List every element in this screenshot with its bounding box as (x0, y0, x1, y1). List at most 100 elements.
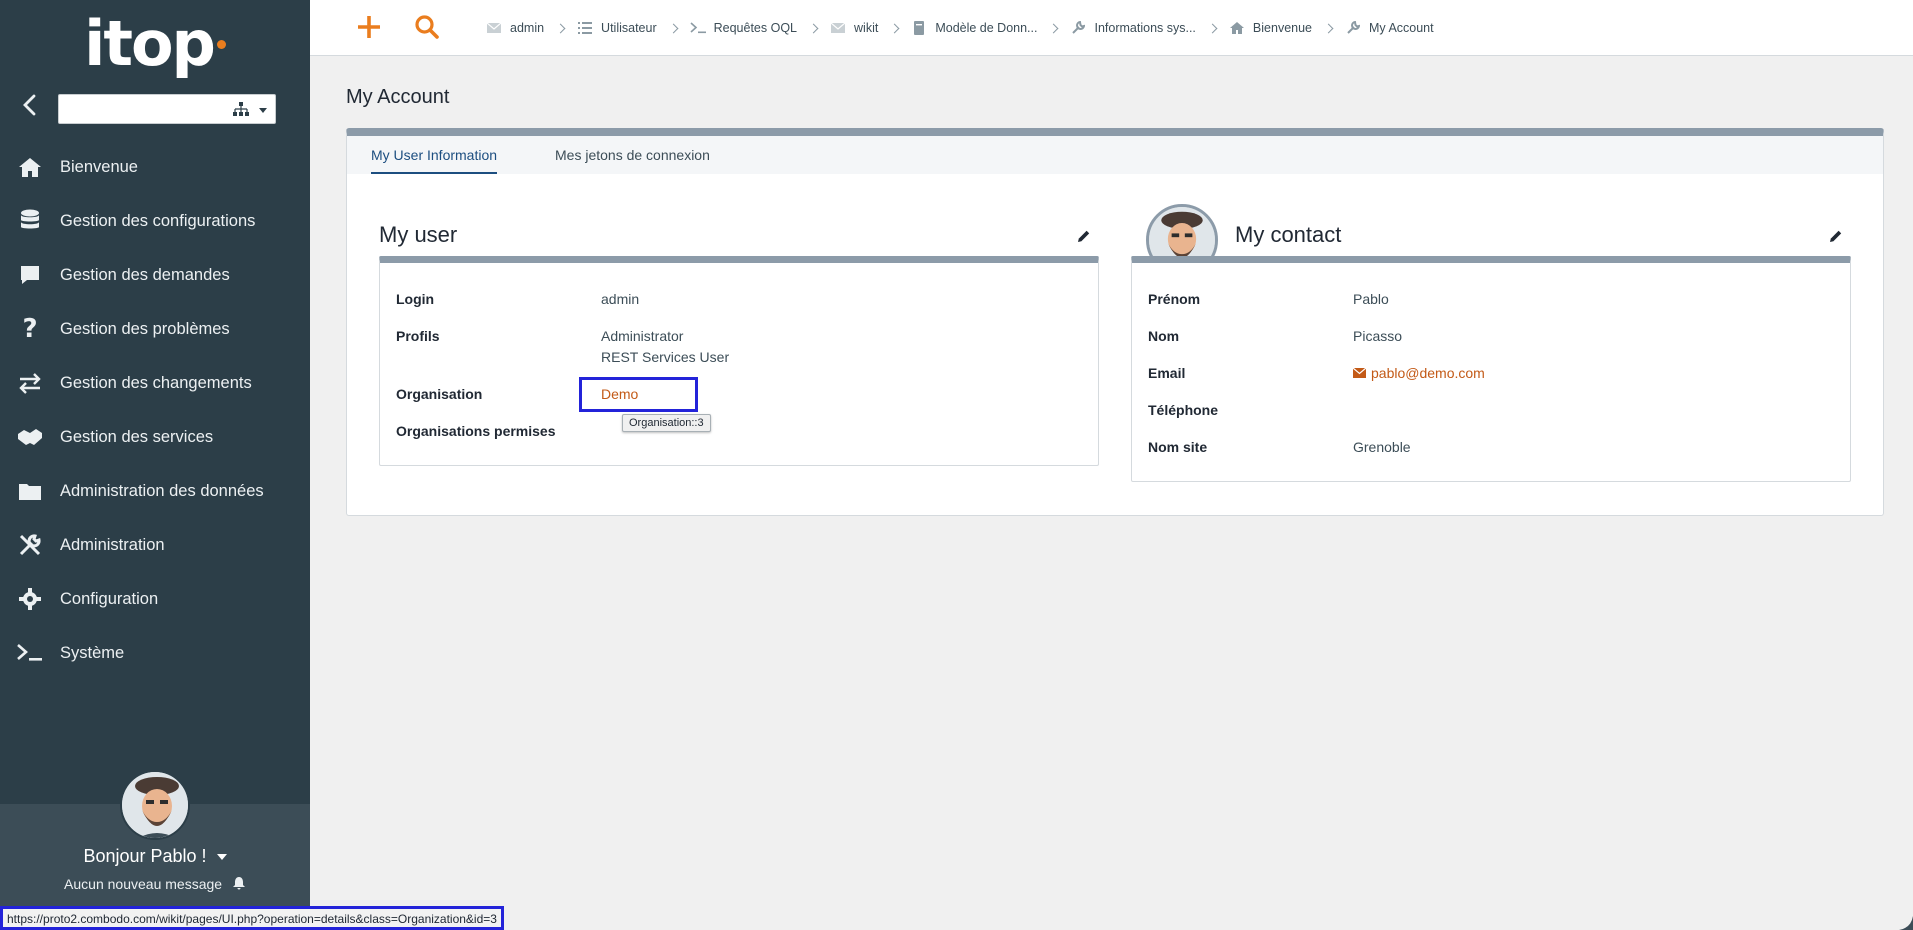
email-value: pablo@demo.com (1371, 365, 1485, 381)
global-search-button[interactable] (414, 14, 440, 40)
edit-my-user-button[interactable] (1076, 228, 1092, 244)
chevron-down-icon (216, 854, 227, 861)
itop-logo[interactable]: itop (0, 8, 310, 80)
sidebar-item-label: Gestion des configurations (60, 211, 256, 230)
envelope-icon (830, 21, 846, 35)
sidebar-item-services[interactable]: Gestion des services (0, 410, 310, 464)
firstname-value: Pablo (1353, 291, 1389, 307)
logo-dot (216, 39, 226, 49)
sidebar-item-changements[interactable]: Gestion des changements (0, 356, 310, 410)
envelope-icon (486, 21, 502, 35)
plus-icon (358, 16, 380, 38)
wrench-icon (1070, 21, 1086, 35)
user-avatar[interactable] (120, 770, 190, 840)
chevron-right-icon (1207, 23, 1218, 33)
breadcrumb-item-bienvenue[interactable]: Bienvenue (1229, 21, 1312, 35)
breadcrumb-item-admin[interactable]: admin (486, 21, 544, 35)
phone-label: Téléphone (1148, 402, 1219, 418)
tab-bar: My User Information Mes jetons de connex… (347, 136, 1883, 174)
my-contact-card (1131, 256, 1851, 482)
sidebar-item-label: Administration des données (60, 481, 264, 500)
organization-select[interactable] (58, 94, 276, 124)
organisation-highlight (579, 377, 698, 412)
handshake-icon (16, 423, 44, 451)
new-object-button[interactable] (356, 14, 382, 40)
my-user-heading: My user (379, 222, 458, 247)
envelope-icon (1352, 367, 1367, 378)
breadcrumb-item-wikit[interactable]: wikit (830, 21, 878, 35)
sidebar-item-label: Administration (60, 535, 165, 554)
collapse-sidebar-button[interactable] (18, 92, 42, 118)
sidebar-menu: Bienvenue Gestion des configurations Ges… (0, 140, 310, 680)
breadcrumb-label: Modèle de Donn... (935, 21, 1038, 35)
breadcrumb: admin Utilisateur Requêtes OQL wikit Mod… (486, 0, 1434, 56)
breadcrumb-item-informations-systeme[interactable]: Informations sys... (1070, 21, 1196, 35)
sidebar-item-label: Gestion des services (60, 427, 214, 446)
breadcrumb-label: Informations sys... (1094, 21, 1196, 35)
breadcrumb-item-utilisateur[interactable]: Utilisateur (577, 21, 657, 35)
sidebar-item-label: Gestion des changements (60, 373, 252, 392)
breadcrumb-item-requetes-oql[interactable]: Requêtes OQL (690, 21, 797, 35)
pencil-icon (1830, 230, 1842, 242)
breadcrumb-item-modele-donnees[interactable]: Modèle de Donn... (911, 21, 1037, 35)
sitemap-icon (233, 102, 249, 116)
profiles-label: Profils (396, 328, 440, 344)
user-greeting: Bonjour Pablo ! (83, 846, 207, 866)
breadcrumb-label: wikit (854, 21, 879, 35)
bell-icon (232, 877, 245, 890)
chevron-down-icon (259, 108, 267, 113)
login-value: admin (601, 291, 640, 307)
sidebar-item-label: Gestion des problèmes (60, 319, 230, 338)
link-preview-statusbar: https://proto2.combodo.com/wikit/pages/U… (0, 906, 504, 930)
home-icon (1229, 21, 1245, 35)
organisation-link[interactable]: Demo (601, 386, 638, 402)
login-label: Login (396, 291, 435, 307)
pencil-icon (1078, 230, 1090, 242)
breadcrumb-label: Requêtes OQL (713, 21, 798, 35)
sidebar-item-administration-donnees[interactable]: Administration des données (0, 464, 310, 518)
sidebar-item-administration[interactable]: Administration (0, 518, 310, 572)
email-link[interactable]: pablo@demo.com (1352, 365, 1485, 381)
tab-my-user-information[interactable]: My User Information (371, 136, 498, 174)
firstname-label: Prénom (1148, 291, 1201, 307)
profile-value: REST Services User (601, 349, 730, 365)
chevron-right-icon (1049, 23, 1059, 33)
edit-my-contact-button[interactable] (1828, 228, 1844, 244)
top-bar: admin Utilisateur Requêtes OQL wikit Mod… (310, 0, 1913, 56)
sidebar-item-configurations[interactable]: Gestion des configurations (0, 194, 310, 248)
sidebar-item-problemes[interactable]: ? Gestion des problèmes (0, 302, 310, 356)
user-greeting-menu[interactable]: Bonjour Pablo ! (0, 846, 310, 867)
tab-mes-jetons-de-connexion[interactable]: Mes jetons de connexion (555, 136, 710, 174)
sidebar-item-configuration[interactable]: Configuration (0, 572, 310, 626)
breadcrumb-label: admin (510, 21, 545, 35)
sidebar-item-label: Gestion des demandes (60, 265, 230, 284)
question-icon: ? (22, 314, 38, 344)
logo-text: itop (84, 7, 216, 80)
folder-icon (16, 477, 44, 505)
breadcrumb-item-my-account[interactable]: My Account (1345, 21, 1434, 35)
terminal-icon (690, 21, 706, 35)
chevron-right-icon (1323, 23, 1334, 33)
sidebar-item-label: Configuration (60, 589, 159, 608)
chevron-right-icon (555, 23, 566, 33)
breadcrumb-label: My Account (1369, 21, 1434, 35)
wrench-icon (1345, 21, 1361, 35)
database-icon (16, 207, 44, 235)
notifications[interactable]: Aucun nouveau message (0, 876, 310, 892)
sidebar-item-systeme[interactable]: Système (0, 626, 310, 680)
site-label: Nom site (1148, 439, 1208, 455)
chevron-right-icon (889, 23, 900, 33)
sidebar-item-bienvenue[interactable]: Bienvenue (0, 140, 310, 194)
sidebar-item-label: Bienvenue (60, 157, 138, 176)
name-value: Picasso (1353, 328, 1403, 344)
name-label: Nom (1148, 328, 1180, 344)
search-icon (415, 15, 439, 39)
terminal-icon (16, 639, 44, 667)
chevron-right-icon (808, 23, 819, 33)
chevron-left-icon (23, 94, 36, 116)
breadcrumb-label: Utilisateur (601, 21, 657, 35)
tools-icon (16, 531, 44, 559)
sidebar-item-demandes[interactable]: Gestion des demandes (0, 248, 310, 302)
allowed-organisations-label: Organisations permises (396, 423, 556, 439)
chevron-right-icon (668, 23, 679, 33)
